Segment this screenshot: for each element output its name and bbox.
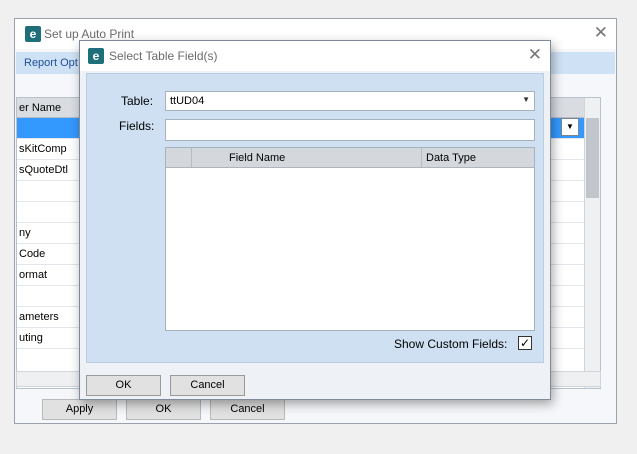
fields-grid: △ Field Name Data Type [165,147,535,331]
ok-button[interactable]: OK [86,375,161,396]
dialog-panel: Table: ttUD04 ▼ Fields: △ Field Name Dat… [86,73,544,363]
report-options-label: Report Opt [24,57,78,69]
table-select[interactable]: ttUD04 ▼ [165,91,535,111]
fields-input[interactable] [165,119,535,141]
show-custom-fields-label: Show Custom Fields: [394,337,508,351]
close-icon[interactable]: ✕ [594,24,608,42]
app-logo-icon: e [88,48,104,64]
select-table-fields-dialog: e Select Table Field(s) ✕ Table: ttUD04 … [79,40,551,400]
app-logo-icon: e [25,26,41,42]
cancel-button[interactable]: Cancel [170,375,245,396]
dialog-titlebar: e Select Table Field(s) ✕ [80,41,550,71]
grid-header: △ Field Name Data Type [166,148,534,168]
fields-label: Fields: [119,119,155,133]
show-custom-fields-checkbox[interactable]: ✓ [518,336,532,350]
table-label: Table: [121,94,154,108]
close-icon[interactable]: ✕ [528,46,542,64]
scroll-thumb[interactable] [586,118,599,198]
dialog-title: Select Table Field(s) [109,49,218,63]
row-selector-header[interactable] [166,148,192,167]
sort-triangle-icon: △ [242,151,249,160]
vertical-scrollbar[interactable] [584,98,600,388]
ok-button[interactable]: OK [126,399,201,420]
chevron-down-icon[interactable]: ▼ [522,95,530,104]
column-header-data-type[interactable]: Data Type [422,148,534,167]
field-name-label: Field Name [229,152,286,164]
table-value: ttUD04 [170,95,205,107]
apply-button[interactable]: Apply [42,399,117,420]
cancel-button[interactable]: Cancel [210,399,285,420]
window-title: Set up Auto Print [44,27,135,41]
data-type-label: Data Type [426,152,476,164]
chevron-down-icon[interactable]: ▼ [561,118,579,136]
column-header-field-name[interactable]: △ Field Name [192,148,422,167]
